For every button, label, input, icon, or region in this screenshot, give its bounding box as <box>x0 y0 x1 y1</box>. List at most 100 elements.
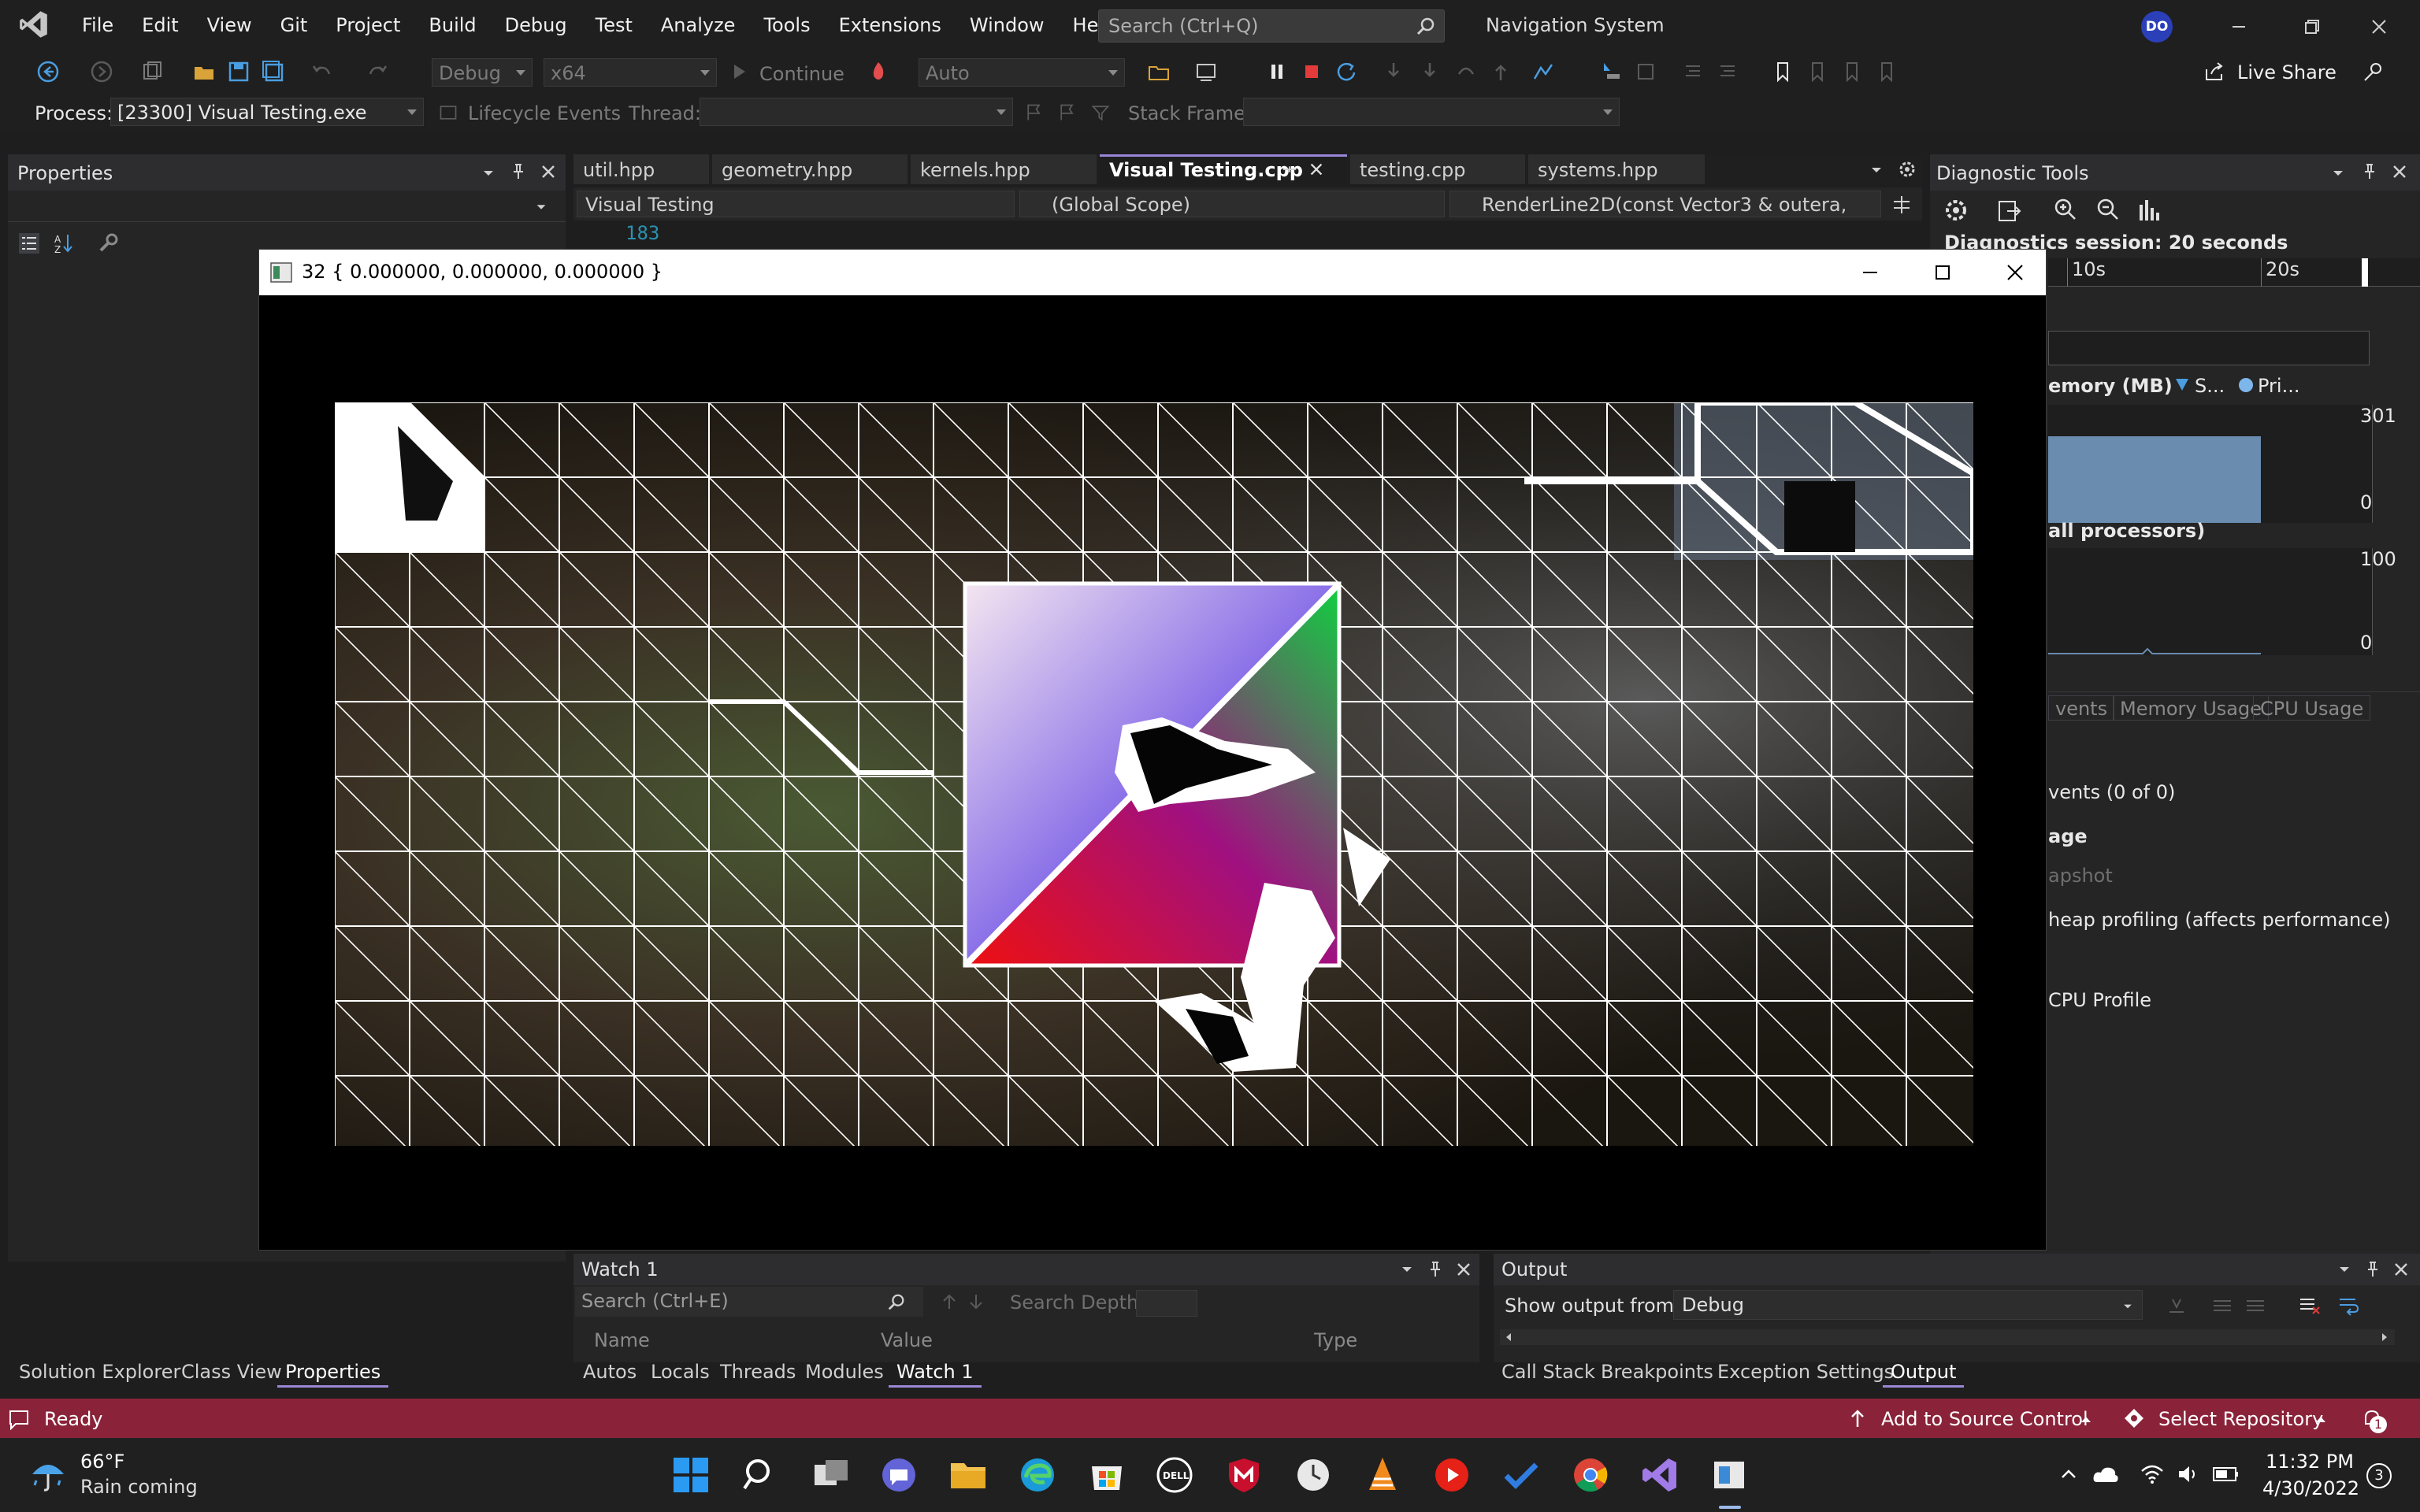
youtube-music-icon[interactable] <box>1432 1455 1472 1495</box>
live-share-icon[interactable] <box>2203 60 2226 83</box>
continue-button[interactable]: Continue <box>759 63 844 85</box>
export-icon[interactable] <box>1996 197 2023 224</box>
filter-icon[interactable] <box>1090 102 1111 123</box>
chrome-icon[interactable] <box>1571 1455 1610 1495</box>
weather-temperature[interactable]: 66°F <box>80 1451 124 1473</box>
alphabetical-icon[interactable]: AZ <box>52 232 76 255</box>
record-cpu-profile-button[interactable]: CPU Profile <box>2048 989 2151 1011</box>
tab-threads[interactable]: Threads <box>712 1356 804 1388</box>
step-over-icon[interactable] <box>1418 60 1442 83</box>
tab-autos[interactable]: Autos <box>575 1356 644 1388</box>
menu-debug[interactable]: Debug <box>491 11 581 39</box>
zoom-in-icon[interactable] <box>2051 197 2078 224</box>
menu-file[interactable]: File <box>68 11 128 39</box>
mcafee-icon[interactable] <box>1224 1455 1264 1495</box>
debug-window-titlebar[interactable]: 32 { 0.000000, 0.000000, 0.000000 } <box>259 250 2046 295</box>
stop-icon[interactable] <box>1300 60 1323 83</box>
add-to-source-control-button[interactable]: Add to Source Control <box>1881 1408 2088 1430</box>
close-icon[interactable] <box>2363 11 2395 43</box>
tab-modules[interactable]: Modules <box>797 1356 892 1388</box>
watch-col-type[interactable]: Type <box>1314 1329 1357 1351</box>
timeline-cursor[interactable] <box>2362 258 2368 287</box>
memory-chart[interactable] <box>2048 405 2373 523</box>
flag-all-icon[interactable] <box>1057 102 1078 123</box>
menu-window[interactable]: Window <box>956 11 1059 39</box>
clear-all-icon[interactable] <box>2297 1293 2321 1317</box>
menu-test[interactable]: Test <box>581 11 647 39</box>
scroll-left-icon[interactable] <box>1503 1332 1514 1343</box>
step-into-icon[interactable] <box>1382 60 1405 83</box>
tab-properties[interactable]: Properties <box>277 1356 389 1388</box>
umbrella-rain-icon[interactable] <box>28 1455 68 1495</box>
prev-bookmark-icon[interactable] <box>1806 60 1829 83</box>
watch-search-input[interactable]: Search (Ctrl+E) <box>575 1287 923 1317</box>
function-select[interactable]: RenderLine2D(const Vector3 & outera, con… <box>1449 191 1881 217</box>
search-icon[interactable] <box>740 1455 780 1495</box>
prev-message-icon[interactable] <box>2210 1293 2234 1317</box>
minimize-icon[interactable] <box>2223 11 2255 43</box>
project-select[interactable]: Visual Testing <box>577 191 1015 217</box>
menu-build[interactable]: Build <box>414 11 490 39</box>
pause-icon[interactable] <box>1265 60 1289 83</box>
uncomment-icon[interactable] <box>1716 60 1739 83</box>
browse-folder-icon[interactable] <box>1147 60 1171 83</box>
menu-view[interactable]: View <box>193 11 266 39</box>
tab-output[interactable]: Output <box>1883 1356 1965 1388</box>
new-project-icon[interactable] <box>140 60 164 83</box>
tab-locals[interactable]: Locals <box>643 1356 718 1388</box>
step-out-icon[interactable] <box>1454 60 1478 83</box>
notification-center-badge[interactable]: 3 <box>2366 1463 2392 1488</box>
restore-icon[interactable] <box>2296 11 2327 43</box>
clear-bookmarks-icon[interactable] <box>1875 60 1899 83</box>
platform-select[interactable]: x64 <box>544 58 717 87</box>
thread-select[interactable] <box>700 98 1013 126</box>
auto-select[interactable]: Auto <box>919 58 1125 87</box>
maximize-icon[interactable] <box>1931 261 1954 284</box>
show-threads-icon[interactable] <box>1634 60 1657 83</box>
undo-icon[interactable] <box>310 60 334 83</box>
chart-icon[interactable] <box>2136 197 2163 224</box>
pin-icon[interactable] <box>509 162 528 181</box>
feedback-icon[interactable] <box>2362 60 2385 83</box>
categorized-icon[interactable] <box>17 232 41 255</box>
close-tab-icon[interactable] <box>1308 161 1325 178</box>
process-select[interactable]: [23300] Visual Testing.exe <box>110 98 424 126</box>
forward-icon[interactable] <box>90 60 113 83</box>
save-all-icon[interactable] <box>262 60 285 83</box>
live-share-button[interactable]: Live Share <box>2237 61 2336 83</box>
redo-icon[interactable] <box>366 60 389 83</box>
back-icon[interactable] <box>36 60 60 83</box>
timeline-events-track[interactable] <box>2048 331 2370 365</box>
tab-memory-usage[interactable]: Memory Usage <box>2113 695 2270 721</box>
pin-icon[interactable] <box>2363 1260 2382 1279</box>
tab-geometry-hpp[interactable]: geometry.hpp <box>712 154 908 184</box>
close-icon[interactable] <box>1454 1260 1473 1279</box>
menu-edit[interactable]: Edit <box>128 11 192 39</box>
hot-reload-icon[interactable] <box>867 60 890 83</box>
vlc-icon[interactable] <box>1363 1455 1402 1495</box>
stack-frame-select[interactable] <box>1243 98 1620 126</box>
tab-systems-hpp[interactable]: systems.hpp <box>1528 154 1705 184</box>
flag-icon[interactable] <box>1024 102 1045 123</box>
clock-date[interactable]: 4/30/2022 <box>2262 1477 2359 1499</box>
search-input[interactable]: Search (Ctrl+Q) <box>1098 9 1445 43</box>
step-back-icon[interactable] <box>1489 60 1512 83</box>
minimize-icon[interactable] <box>1858 261 1882 284</box>
chevron-up-icon[interactable] <box>2059 1465 2078 1484</box>
windows-start-icon[interactable] <box>671 1455 711 1495</box>
chevron-down-icon[interactable] <box>1399 1262 1415 1277</box>
tab-cpu-usage[interactable]: CPU Usage <box>2253 695 2371 721</box>
todo-check-icon[interactable] <box>1501 1455 1541 1495</box>
tab-breakpoints[interactable]: Breakpoints <box>1593 1356 1721 1388</box>
menu-extensions[interactable]: Extensions <box>825 11 956 39</box>
take-snapshot-button[interactable]: apshot <box>2048 865 2113 887</box>
pin-icon[interactable] <box>1281 161 1298 178</box>
lifecycle-events-button[interactable]: Lifecycle Events <box>468 102 621 124</box>
bookmark-icon[interactable] <box>1771 60 1795 83</box>
gear-icon[interactable] <box>1897 159 1917 180</box>
word-wrap-icon[interactable] <box>2336 1293 2360 1317</box>
tab-exception-settings[interactable]: Exception Settings <box>1709 1356 1902 1388</box>
open-folder-icon[interactable] <box>192 60 216 83</box>
tab-util-hpp[interactable]: util.hpp <box>573 154 709 184</box>
task-view-icon[interactable] <box>811 1455 851 1495</box>
